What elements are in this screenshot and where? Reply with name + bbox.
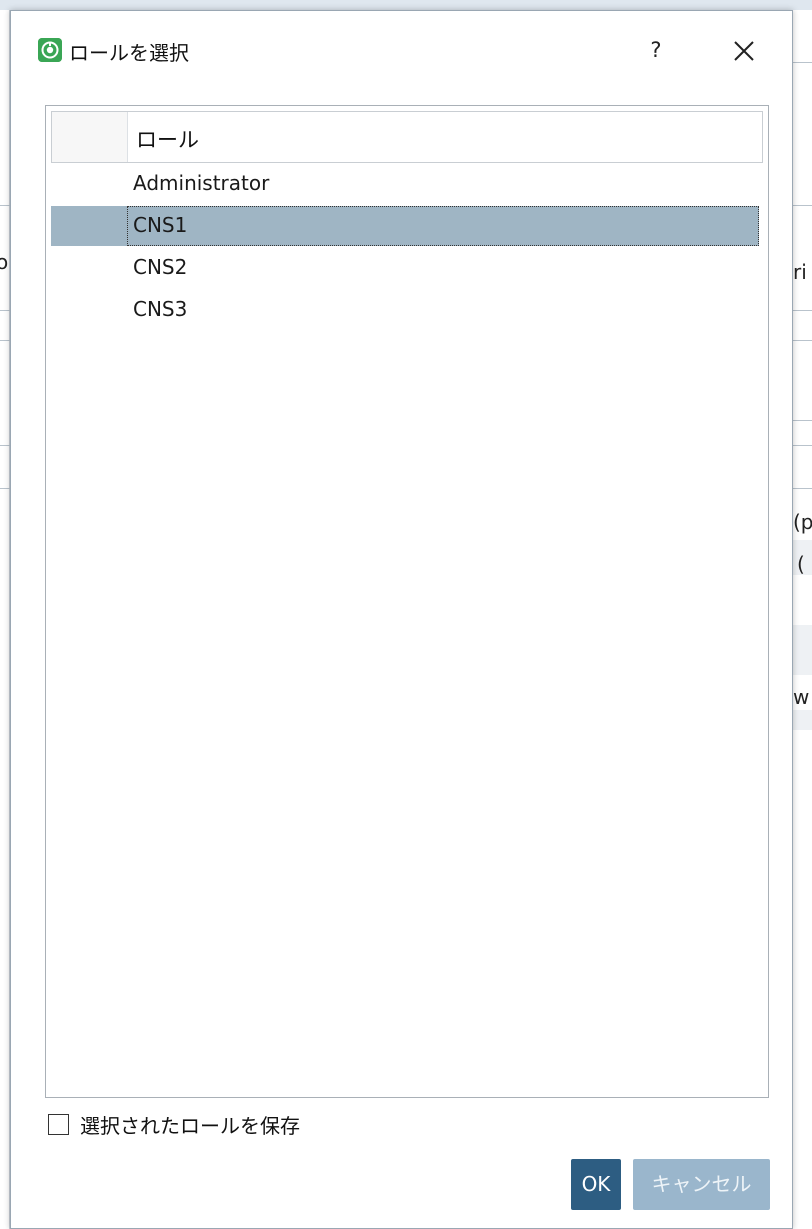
- ok-button[interactable]: OK: [571, 1159, 621, 1210]
- role-row-cns3[interactable]: CNS3: [51, 290, 759, 330]
- role-row-label: CNS3: [133, 297, 188, 321]
- background-text-fragment: (: [797, 552, 805, 576]
- close-icon[interactable]: [726, 33, 762, 69]
- role-row-label: Administrator: [133, 171, 270, 195]
- save-role-checkbox[interactable]: [48, 1114, 69, 1135]
- background-text-fragment: ri: [793, 260, 807, 284]
- select-role-dialog: ロールを選択 ? ロール Administrator CNS1 CNS2 CNS…: [10, 10, 793, 1229]
- background-text-fragment: (p: [793, 510, 812, 534]
- role-list-header: ロール: [51, 111, 763, 163]
- role-row-cns1[interactable]: CNS1: [51, 206, 759, 246]
- role-row-administrator[interactable]: Administrator: [51, 164, 759, 204]
- dialog-titlebar[interactable]: ロールを選択 ?: [11, 11, 792, 91]
- role-row-label: CNS1: [133, 213, 188, 237]
- header-gutter: [52, 112, 128, 162]
- background-window-right: ri (p ( w: [793, 10, 812, 1229]
- help-button[interactable]: ?: [641, 33, 671, 67]
- role-list[interactable]: ロール Administrator CNS1 CNS2 CNS3: [45, 105, 769, 1098]
- role-row-label: CNS2: [133, 255, 188, 279]
- focus-rect: [127, 206, 759, 246]
- role-row-cns2[interactable]: CNS2: [51, 248, 759, 288]
- background-window-left: o: [0, 10, 10, 1229]
- dialog-title: ロールを選択: [69, 41, 189, 65]
- cancel-button[interactable]: キャンセル: [633, 1159, 770, 1210]
- role-column-header[interactable]: ロール: [136, 124, 199, 154]
- background-window-top: [0, 0, 812, 10]
- app-logo-icon: [38, 38, 62, 62]
- background-text-fragment: w: [793, 685, 810, 709]
- background-text-fragment: o: [0, 250, 9, 274]
- save-role-checkbox-label[interactable]: 選択されたロールを保存: [80, 1110, 300, 1139]
